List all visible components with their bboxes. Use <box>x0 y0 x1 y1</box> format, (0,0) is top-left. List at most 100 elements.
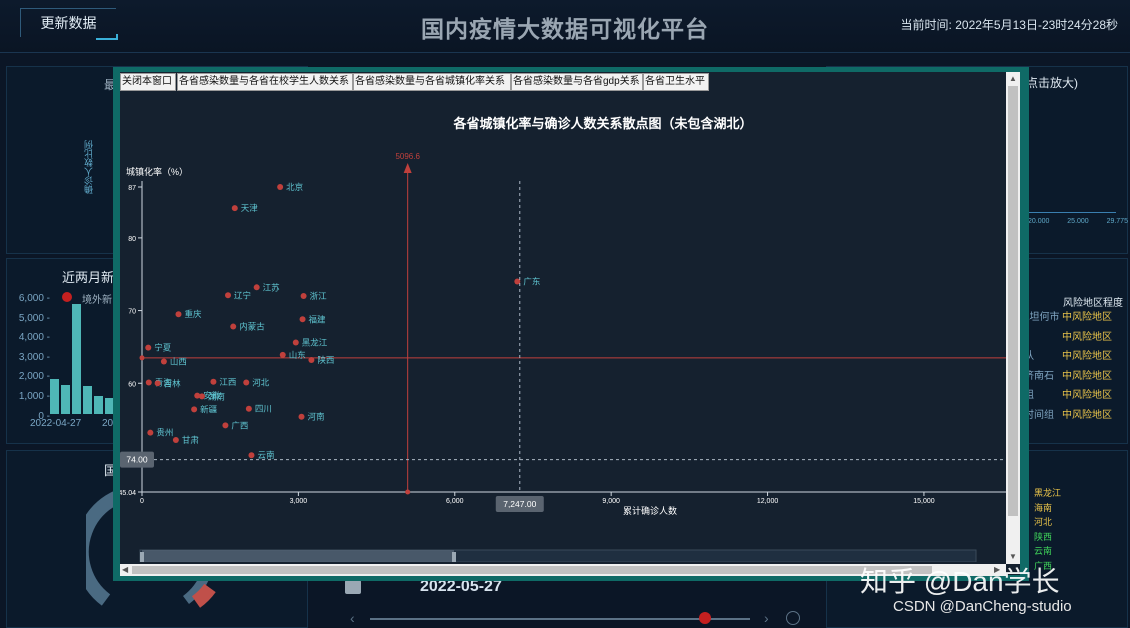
scatter-point[interactable] <box>225 292 232 299</box>
left-bar <box>61 384 70 414</box>
scatter-point[interactable] <box>298 413 305 420</box>
left-y-tick: 4,000 - <box>18 332 50 344</box>
markline-arrow-icon <box>403 163 412 173</box>
point-label: 四川 <box>255 404 272 414</box>
bg-left-date: 2022-04-27 <box>30 418 82 429</box>
bg-right-top-text: 点击放大) <box>1026 76 1078 90</box>
scatter-point[interactable] <box>292 339 299 346</box>
risk-level: 中风险地区 <box>1062 312 1112 323</box>
right-bottom-label: 河北 <box>1034 517 1053 527</box>
x-tick-label: 6,000 <box>446 498 464 505</box>
play-icon[interactable] <box>345 580 361 594</box>
scatter-point[interactable] <box>172 436 179 443</box>
scatter-point[interactable] <box>145 344 152 351</box>
risk-row: 济南石 中风险地区 <box>1024 367 1130 387</box>
scatter-point[interactable] <box>253 284 260 291</box>
scatter-point[interactable] <box>210 378 217 385</box>
point-label: 云南 <box>257 450 274 460</box>
risk-level: 中风险地区 <box>1062 370 1112 382</box>
point-label: 贵州 <box>156 428 173 438</box>
right-bottom-label: 陕西 <box>1034 531 1053 542</box>
point-label: 河北 <box>252 378 270 388</box>
vertical-scroll-thumb[interactable] <box>1008 86 1018 516</box>
datazoom-left-handle[interactable] <box>140 552 144 562</box>
point-label: 福建 <box>309 314 327 324</box>
zhihu-watermark: 知乎 @Dan学长 <box>860 566 1060 597</box>
risk-place: L坦何市 <box>1024 312 1060 323</box>
point-label: 广东 <box>523 276 540 286</box>
bg-right-axis-line <box>1026 212 1116 213</box>
scatter-point[interactable] <box>145 379 152 386</box>
scatter-point[interactable] <box>191 406 198 413</box>
point-label: 江西 <box>219 377 236 387</box>
point-label: 北京 <box>286 182 303 192</box>
scatter-point[interactable] <box>154 380 161 387</box>
point-label: 新疆 <box>200 404 218 414</box>
x-tick-label: 15,000 <box>913 498 935 505</box>
right-axis-tick: 29.775 <box>1106 218 1128 225</box>
timeline-pause-icon[interactable] <box>786 611 800 625</box>
current-time-value: 2022年5月13日-23时24分28秒 <box>955 18 1118 32</box>
chart-crosshair: 7,247.00 74.00 <box>120 181 1006 512</box>
point-label: 宁夏 <box>154 343 172 353</box>
left-y-tick: 1,000 - <box>18 390 50 402</box>
bg-rotated-label: 确诊人数比例 <box>84 140 94 194</box>
scatter-point[interactable] <box>279 351 286 358</box>
right-axis-tick: 20.000 <box>1028 218 1050 225</box>
timeline-next-icon[interactable]: › <box>764 610 769 626</box>
scatter-point[interactable] <box>243 379 250 386</box>
scatter-point[interactable] <box>245 405 252 412</box>
scatter-point[interactable] <box>248 452 255 459</box>
modal-vertical-scrollbar[interactable]: ▲ ▼ <box>1006 72 1020 564</box>
markline-start-dot <box>405 489 411 495</box>
scatter-point[interactable] <box>222 422 229 429</box>
scatter-point[interactable] <box>230 323 237 330</box>
risk-place: 时间组 <box>1024 409 1054 421</box>
scroll-left-icon[interactable]: ◀ <box>122 565 128 574</box>
scatter-point[interactable] <box>175 311 182 318</box>
scatter-point[interactable] <box>160 358 167 365</box>
students-relation-button[interactable]: 各省感染数量与各省在校学生人数关系 <box>177 73 353 91</box>
scatter-point[interactable] <box>277 184 284 190</box>
scroll-up-icon[interactable]: ▲ <box>1009 74 1017 83</box>
risk-list: L坦何市 中风险地区 中风险地区队中风险地区 济南石 中风险地区姐中风险地区 时间组 中风险… <box>1024 308 1130 426</box>
scatter-point[interactable] <box>147 429 154 436</box>
risk-place: 队 <box>1024 351 1034 363</box>
y-axis-label: 城镇化率（%） <box>126 166 188 177</box>
timeline-handle[interactable] <box>699 612 711 624</box>
crosshair-x-label: 7,247.00 <box>503 499 536 509</box>
point-label: 广西 <box>231 420 248 430</box>
health-level-button[interactable]: 各省卫生水平 <box>643 73 709 91</box>
right-axis-tick: 25.000 <box>1067 218 1089 225</box>
timeline-prev-icon[interactable]: ‹ <box>350 610 355 626</box>
risk-row: 姐 中风险地区 <box>1024 386 1130 406</box>
average-x-markline-label: 5096.6 <box>395 152 420 161</box>
left-y-tick: 3,000 - <box>18 351 50 363</box>
bg-left-date2: 20 <box>102 418 114 429</box>
point-label: 陕西 <box>317 355 334 365</box>
point-label: 重庆 <box>184 309 202 319</box>
y-tick-label: 80 <box>128 236 136 243</box>
csdn-watermark: CSDN @DanCheng-studio <box>893 598 1072 615</box>
datazoom-window[interactable] <box>142 550 454 562</box>
point-label: 山西 <box>170 356 187 366</box>
x-axis-label: 累计确诊人数 <box>623 505 677 516</box>
datazoom-right-handle[interactable] <box>452 552 456 562</box>
scatter-point[interactable] <box>198 393 205 400</box>
scatter-point[interactable] <box>300 293 307 300</box>
scatter-point[interactable] <box>299 316 306 323</box>
horizontal-scroll-thumb[interactable] <box>132 566 932 574</box>
markline-y-dot <box>139 355 145 361</box>
timeline-track[interactable] <box>370 618 750 620</box>
urbanization-relation-button[interactable]: 各省感染数量与各省城镇化率关系 <box>353 73 511 91</box>
point-label: 吉林 <box>164 378 182 388</box>
risk-row: 队 中风险地区 <box>1024 347 1130 367</box>
right-bottom-label: 云南 <box>1034 546 1053 556</box>
scatter-point[interactable] <box>308 356 315 363</box>
risk-row: L坦何市 中风险地区 <box>1024 308 1130 328</box>
scatter-point[interactable] <box>231 205 238 212</box>
risk-header: 风险地区程度 <box>1063 298 1123 309</box>
left-y-tick: 6,000 - <box>18 293 50 304</box>
gdp-relation-button[interactable]: 各省感染数量与各省gdp关系 <box>511 73 643 91</box>
close-window-button[interactable]: 关闭本窗口 <box>120 73 176 91</box>
